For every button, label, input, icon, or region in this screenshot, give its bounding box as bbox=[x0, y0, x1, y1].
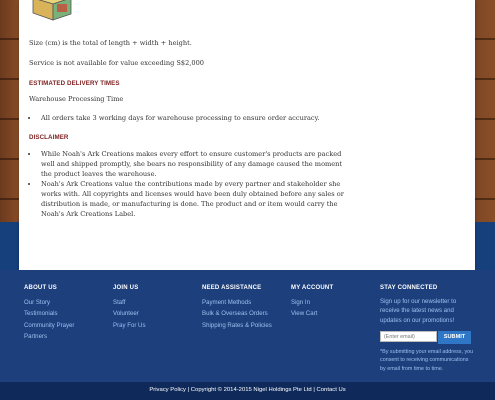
disclaimer-item: While Noah's Ark Creations makes every e… bbox=[39, 149, 349, 179]
footer-link-testimonials[interactable]: Testimonials bbox=[24, 308, 74, 319]
footer-heading: NEED ASSISTANCE bbox=[202, 285, 262, 291]
footer-col-join: JOIN US Staff Volunteer Pray For Us bbox=[113, 285, 146, 331]
footer-link-shipping-rates[interactable]: Shipping Rates & Policies bbox=[202, 320, 272, 331]
footer-link-partners[interactable]: Partners bbox=[24, 331, 74, 342]
footer-link-community-prayer[interactable]: Community Prayer bbox=[24, 320, 74, 331]
footer-col-account: MY ACCOUNT Sign In View Cart bbox=[291, 285, 333, 320]
contact-us-link[interactable]: Contact Us bbox=[317, 387, 346, 393]
product-box-icon bbox=[32, 0, 72, 21]
newsletter-submit-button[interactable]: SUBMIT bbox=[438, 331, 471, 344]
footer-heading: MY ACCOUNT bbox=[291, 285, 334, 291]
disclaimer-list: While Noah's Ark Creations makes every e… bbox=[29, 149, 349, 219]
footer-link-bulk-orders[interactable]: Bulk & Overseas Orders bbox=[202, 308, 272, 319]
service-note: Service is not available for value excee… bbox=[29, 59, 204, 67]
footer-link-our-story[interactable]: Our Story bbox=[24, 297, 74, 308]
delivery-item: All orders take 3 working days for wareh… bbox=[39, 113, 349, 123]
footer-heading: JOIN US bbox=[113, 285, 139, 291]
footer-link-payment-methods[interactable]: Payment Methods bbox=[202, 297, 272, 308]
disclaimer-item: Noah's Ark Creations value the contribut… bbox=[39, 179, 349, 219]
footer-col-assistance: NEED ASSISTANCE Payment Methods Bulk & O… bbox=[202, 285, 272, 331]
footer-link-sign-in[interactable]: Sign In bbox=[291, 297, 333, 308]
main-content: Size (cm) is the total of length + width… bbox=[19, 0, 475, 270]
disclaimer-heading: DISCLAIMER bbox=[29, 134, 69, 141]
footer-heading: STAY CONNECTED bbox=[380, 285, 438, 291]
newsletter-text: Sign up for our newsletter to receive th… bbox=[380, 298, 457, 324]
footer-heading: ABOUT US bbox=[24, 285, 57, 291]
newsletter-consent-note: *By submitting your email address, you c… bbox=[380, 349, 474, 372]
delivery-list: All orders take 3 working days for wareh… bbox=[29, 113, 349, 123]
size-note: Size (cm) is the total of length + width… bbox=[29, 39, 192, 47]
delivery-heading: ESTIMATED DELIVERY TIMES bbox=[29, 80, 120, 87]
footer-col-stay-connected: STAY CONNECTED Sign up for our newslette… bbox=[380, 285, 472, 325]
footer-link-pray-for-us[interactable]: Pray For Us bbox=[113, 320, 146, 331]
delivery-subheading: Warehouse Processing Time bbox=[29, 95, 124, 103]
copyright-text: Copyright © 2014-2015 Nigel Holdings Pte… bbox=[190, 387, 312, 393]
bottom-bar: Privacy Policy | Copyright © 2014-2015 N… bbox=[0, 382, 495, 400]
footer-link-staff[interactable]: Staff bbox=[113, 297, 146, 308]
footer-link-view-cart[interactable]: View Cart bbox=[291, 308, 333, 319]
footer-link-volunteer[interactable]: Volunteer bbox=[113, 308, 146, 319]
privacy-policy-link[interactable]: Privacy Policy bbox=[149, 387, 186, 393]
footer-col-about: ABOUT US Our Story Testimonials Communit… bbox=[24, 285, 74, 343]
newsletter-email-input[interactable] bbox=[380, 331, 437, 342]
